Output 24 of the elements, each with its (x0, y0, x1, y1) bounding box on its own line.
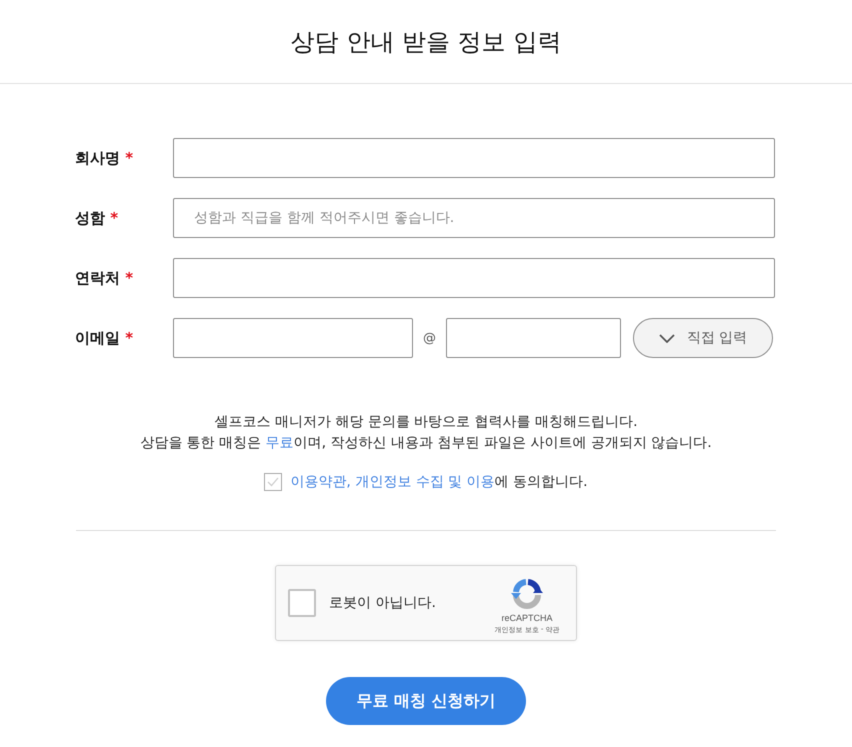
checkmark-icon (267, 477, 280, 487)
text-input[interactable] (173, 138, 775, 178)
email-domain-input[interactable] (446, 318, 621, 358)
direct-input-button[interactable]: 직접 입력 (633, 318, 773, 358)
notice-text: 셀프코스 매니저가 해당 문의를 바탕으로 협력사를 매칭해드립니다. (214, 413, 638, 432)
text-input[interactable]: 성함과 직급을 함께 적어주시면 좋습니다. (173, 198, 775, 238)
captcha-label: 로봇이 아닙니다. (329, 594, 437, 612)
captcha-brand: reCAPTCHA (501, 613, 552, 623)
at-sign: @ (422, 330, 437, 346)
page-title: 상담 안내 받을 정보 입력 (290, 26, 562, 58)
field-label: 연락처 * (75, 268, 134, 288)
field-label: 성함 * (75, 208, 120, 228)
field-label: 회사명 * (75, 148, 134, 168)
field-label: 이메일 * (75, 328, 134, 348)
notice-text: 상담을 통한 매칭은 무료이며, 작성하신 내용과 첨부된 파일은 사이트에 공개되지 않습니다. (140, 434, 712, 453)
captcha-checkbox[interactable] (288, 589, 316, 617)
text-input[interactable] (173, 258, 775, 298)
email-id-input[interactable] (173, 318, 413, 358)
terms-link[interactable]: 이용약관, 개인정보 수집 및 이용 (290, 474, 495, 490)
circular-arrows-icon (511, 577, 543, 609)
agree-checkbox[interactable] (264, 473, 282, 491)
submit-button[interactable]: 무료 매칭 신청하기 (326, 677, 526, 725)
chevron-down-icon (658, 334, 675, 342)
agreement-text: 이용약관, 개인정보 수집 및 이용에 동의합니다. (290, 473, 588, 491)
